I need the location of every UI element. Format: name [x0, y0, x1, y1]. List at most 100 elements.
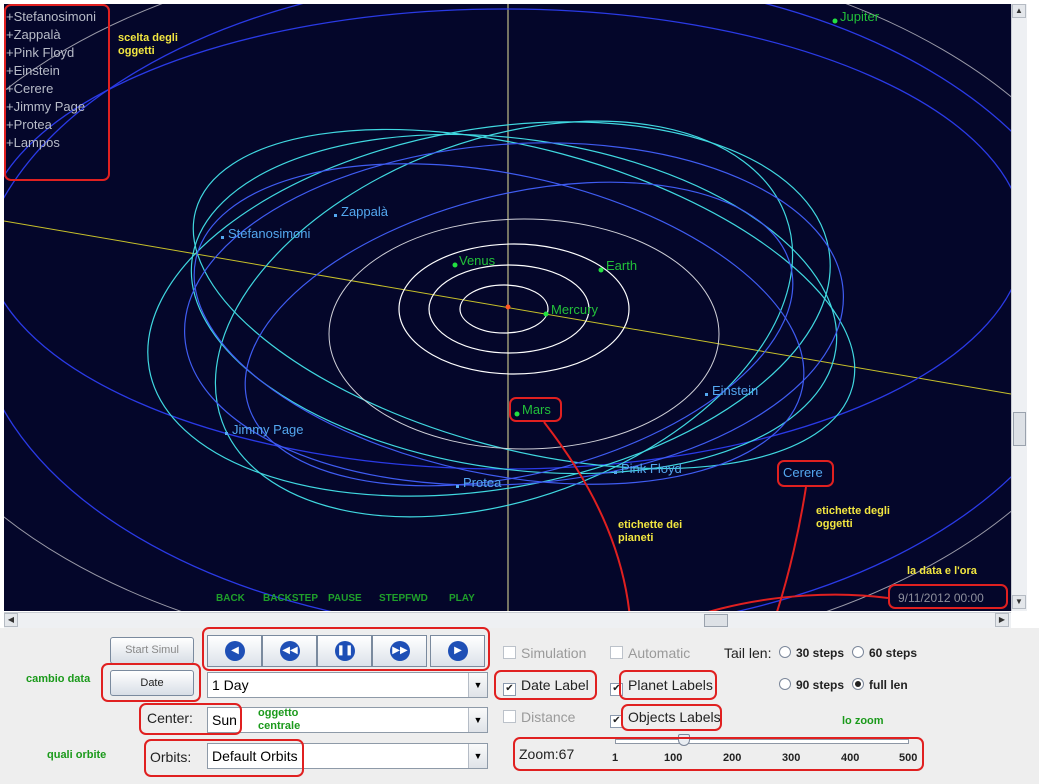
tail-90-label: 90 steps: [796, 678, 845, 692]
simulation-checkbox[interactable]: Simulation: [503, 645, 586, 661]
planet-labels-text: Planet Labels: [628, 677, 713, 693]
object-selection-list: +Stefanosimoni +Zappalà +Pink Floyd +Ein…: [6, 8, 110, 152]
zoom-tick: 400: [841, 752, 860, 764]
orbit-view[interactable]: Mercury Venus Earth Mars Jupiter Stefano…: [4, 4, 1011, 611]
objects-labels-checkbox[interactable]: ✔ Objects Labels: [610, 709, 721, 728]
checkbox-box: [503, 646, 516, 659]
note-which-orbits: quali orbite: [47, 749, 107, 761]
back-button[interactable]: ◀: [207, 635, 262, 667]
checkbox-box: [503, 710, 516, 723]
object-list-item[interactable]: +Zappalà: [6, 26, 110, 44]
automatic-checkbox[interactable]: Automatic: [610, 645, 690, 661]
tail-len-label: Tail len:: [724, 645, 772, 661]
vertical-scrollbar[interactable]: ▲ ▼: [1011, 4, 1027, 611]
pink-floyd-marker: [614, 471, 617, 474]
tail-30-steps-radio[interactable]: 30 steps: [779, 646, 844, 660]
mars-label: Mars: [522, 402, 551, 417]
center-select-value: Sun: [212, 712, 237, 728]
zoom-thumb[interactable]: [677, 734, 690, 746]
start-simul-button[interactable]: Start Simul: [110, 637, 194, 664]
mercury-marker: [543, 311, 549, 317]
hud-backstep[interactable]: BACKSTEP: [263, 593, 318, 604]
stepfwd-button[interactable]: ▶▶: [372, 635, 427, 667]
chevron-down-icon[interactable]: ▼: [468, 744, 487, 768]
stefanosimoni-marker: [221, 236, 224, 239]
zappala-label: Zappalà: [341, 204, 389, 219]
play-button[interactable]: ▶: [430, 635, 485, 667]
radio-circle: [779, 646, 791, 658]
note-planet-labels: etichette dei pianeti: [618, 519, 683, 544]
earth-marker: [598, 267, 604, 273]
step-select[interactable]: 1 Day ▼: [207, 672, 488, 698]
zappala-marker: [334, 214, 337, 217]
date-button[interactable]: Date: [110, 670, 194, 696]
einstein-marker: [705, 393, 708, 396]
orbit-object-2: [190, 133, 838, 475]
scroll-down-button[interactable]: ▼: [1012, 595, 1026, 609]
object-list-item[interactable]: +Jimmy Page: [6, 98, 110, 116]
note-central-object: oggetto centrale: [258, 707, 301, 732]
radio-selected: [852, 678, 864, 690]
cerere-label: Cerere: [783, 465, 823, 480]
tail-60-steps-radio[interactable]: 60 steps: [852, 646, 917, 660]
rewind-icon: ◀◀: [280, 641, 300, 661]
play-icon: ▶: [448, 641, 468, 661]
back-icon: ◀: [225, 641, 245, 661]
tail-full-len-radio[interactable]: full len: [852, 678, 908, 692]
object-list-item[interactable]: +Protea: [6, 116, 110, 134]
pause-button[interactable]: ❚❚: [317, 635, 372, 667]
zoom-tick: 1: [612, 752, 619, 764]
object-list-item[interactable]: +Cerere: [6, 80, 110, 98]
hud-stepfwd[interactable]: STEPFWD: [379, 593, 428, 604]
zoom-tick: 300: [782, 752, 801, 764]
tail-90-steps-radio[interactable]: 90 steps: [779, 678, 844, 692]
note-change-date: cambio data: [26, 673, 91, 685]
note-object-labels: etichette degli oggetti: [816, 505, 890, 530]
callout-cerere-to-objects-labels: [776, 486, 807, 611]
orbits-select[interactable]: Default Orbits ▼: [207, 743, 488, 769]
chevron-down-icon[interactable]: ▼: [468, 708, 487, 732]
scroll-up-button[interactable]: ▲: [1012, 4, 1026, 18]
orbit-object-4: [192, 128, 856, 470]
pink-floyd-label: Pink Floyd: [621, 461, 682, 476]
hud-pause[interactable]: PAUSE: [328, 593, 362, 604]
fast-forward-icon: ▶▶: [390, 641, 410, 661]
object-list-item[interactable]: +Lampos: [6, 134, 110, 152]
scroll-right-button[interactable]: ▶: [995, 613, 1009, 627]
sun-marker: [505, 304, 511, 310]
zoom-slider[interactable]: [615, 734, 909, 747]
orbits-label: Orbits:: [150, 749, 192, 765]
scroll-left-button[interactable]: ◀: [4, 613, 18, 627]
zoom-track: [615, 739, 909, 744]
zoom-tick: 100: [664, 752, 683, 764]
mercury-label: Mercury: [551, 302, 598, 317]
center-select[interactable]: Sun ▼: [207, 707, 488, 733]
checkbox-box: [610, 646, 623, 659]
check-icon: ✔: [503, 683, 516, 696]
backstep-button[interactable]: ◀◀: [262, 635, 317, 667]
date-label-text: Date Label: [521, 677, 589, 693]
hud-play[interactable]: PLAY: [449, 593, 475, 604]
step-select-value: 1 Day: [212, 677, 249, 693]
einstein-label: Einstein: [712, 383, 758, 398]
object-list-item[interactable]: +Pink Floyd: [6, 44, 110, 62]
planet-labels-checkbox[interactable]: ✔ Planet Labels: [610, 677, 713, 696]
stefanosimoni-label: Stefanosimoni: [228, 226, 310, 241]
jimmy-page-marker: [225, 432, 228, 435]
chevron-down-icon[interactable]: ▼: [468, 673, 487, 697]
object-list-item[interactable]: +Einstein: [6, 62, 110, 80]
horizontal-scroll-thumb[interactable]: [704, 614, 728, 627]
venus-marker: [452, 262, 458, 268]
date-label-checkbox[interactable]: ✔ Date Label: [503, 677, 589, 696]
object-list-item[interactable]: +Stefanosimoni: [6, 8, 110, 26]
tail-full-label: full len: [869, 678, 908, 692]
mars-marker: [514, 411, 520, 417]
orbit-mercury: [459, 284, 549, 334]
horizontal-scrollbar[interactable]: ◀ ▶: [4, 612, 1011, 628]
tail-30-label: 30 steps: [796, 646, 845, 660]
distance-checkbox[interactable]: Distance: [503, 709, 575, 725]
radio-circle: [779, 678, 791, 690]
check-icon: ✔: [610, 715, 623, 728]
vertical-scroll-thumb[interactable]: [1013, 412, 1026, 446]
hud-back[interactable]: BACK: [216, 593, 246, 604]
